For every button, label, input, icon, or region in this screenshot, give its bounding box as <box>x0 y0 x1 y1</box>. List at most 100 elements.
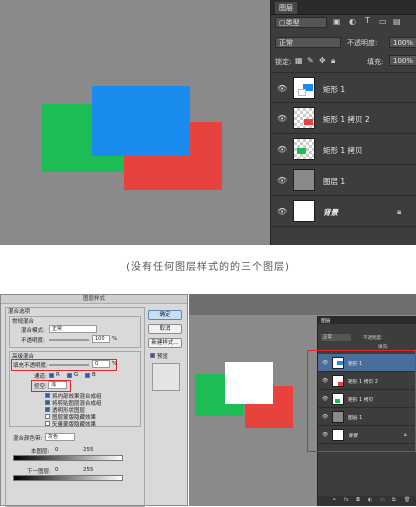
layer-name: 背景 <box>323 208 338 217</box>
option-checkbox[interactable] <box>45 393 50 398</box>
layers-panel-tabbar: 图层 <box>271 0 416 15</box>
lock-position-icon[interactable]: ✥ <box>319 56 326 65</box>
visibility-eye-icon[interactable]: 👁︎ <box>277 84 287 93</box>
layers-panel: 图层 ▢类型 ▣ ◐ T ▭ ▤ 正常 不透明度: 100% 锁定: ▦ ✎ ✥… <box>270 0 416 245</box>
adjustment-icon[interactable]: ◐ <box>368 497 372 503</box>
channel-r-checkbox[interactable] <box>49 373 54 378</box>
top-screenshot: 图层 ▢类型 ▣ ◐ T ▭ ▤ 正常 不透明度: 100% 锁定: ▦ ✎ ✥… <box>0 0 416 245</box>
this-layer-max: 255 <box>83 447 94 453</box>
blend-mode-select[interactable]: 正常 <box>275 37 341 48</box>
trash-icon[interactable]: 🗑︎ <box>404 497 410 503</box>
visibility-eye-icon[interactable]: 👁︎ <box>277 207 287 216</box>
ok-button[interactable]: 确定 <box>148 310 182 320</box>
type-filter-icon[interactable]: T <box>365 16 370 25</box>
visibility-eye-icon[interactable]: 👁︎ <box>277 145 287 154</box>
caption: (没有任何图层样式的的三个图层) <box>126 262 290 273</box>
lock-label: 锁定: <box>275 58 292 66</box>
visibility-eye-icon[interactable]: 👁︎ <box>277 176 287 185</box>
layer-name: 矩形 1 拷贝 2 <box>323 115 370 124</box>
under-layer-gradient[interactable] <box>13 475 123 481</box>
dialog-title: 图层样式 <box>1 295 187 304</box>
layer-thumbnail <box>293 77 315 99</box>
this-layer-gradient[interactable] <box>13 455 123 461</box>
opacity-input[interactable]: 100% <box>389 37 416 48</box>
layer-thumbnail <box>293 169 315 191</box>
blend-options-heading: 混合选项 <box>8 309 31 315</box>
fill-label: 填充: <box>367 58 384 66</box>
channels-label: 通道: <box>34 374 47 380</box>
channel-g-checkbox[interactable] <box>67 373 72 378</box>
style-preview-swatch <box>152 363 180 391</box>
under-layer-label: 下一图层: <box>27 469 51 475</box>
layer-style-dialog: 图层样式 混合选项 常规混合 混合模式: 正常 不透明度: 100 % 高级混合… <box>0 294 188 507</box>
under-layer-min: 0 <box>55 467 59 473</box>
layer-row[interactable]: 👁︎ 矩形 1 <box>271 72 416 103</box>
normal-blend-heading: 常规混合 <box>12 319 35 325</box>
opacity-slider[interactable] <box>49 339 89 341</box>
layer-row[interactable]: 👁︎ 背景 🔒︎ <box>271 196 416 227</box>
knockout-select[interactable]: 浅 <box>48 381 67 389</box>
lock-transparent-icon[interactable]: ▦ <box>295 56 303 65</box>
blend-mode-select[interactable]: 正常 <box>49 325 97 333</box>
channel-b-checkbox[interactable] <box>85 373 90 378</box>
canvas-knockout-white <box>225 362 273 404</box>
channel-b-label: B <box>92 372 96 378</box>
smart-object-filter-icon[interactable]: ▤ <box>393 17 401 26</box>
layer-row[interactable]: 👁︎ 矩形 1 拷贝 2 <box>271 103 416 134</box>
new-layer-icon[interactable]: ⧉ <box>392 497 396 503</box>
mini-tab-layers[interactable]: 图层 <box>321 317 331 324</box>
tab-layers[interactable]: 图层 <box>275 2 297 14</box>
new-style-button[interactable]: 新建样式... <box>148 338 182 348</box>
visibility-eye-icon[interactable]: 👁︎ <box>277 114 287 123</box>
lock-icon: 🔒︎ <box>397 207 402 216</box>
layer-thumbnail <box>293 138 315 160</box>
this-layer-min: 0 <box>55 447 59 453</box>
option-label: 矢量蒙版隐藏效果 <box>52 422 97 428</box>
layer-name: 矩形 1 拷贝 <box>323 146 363 155</box>
option-checkbox[interactable] <box>45 421 50 426</box>
top-strip <box>189 294 416 315</box>
mini-opacity-label: 不透明度: <box>363 336 383 341</box>
channel-g-label: G <box>74 372 79 378</box>
cancel-button[interactable]: 取消 <box>148 324 182 334</box>
knockout-label: 挖空: <box>34 384 47 390</box>
option-checkbox[interactable] <box>45 407 50 412</box>
layer-row[interactable]: 👁︎ 图层 1 <box>271 165 416 196</box>
this-layer-label: 本图层: <box>31 449 50 455</box>
fill-opacity-percent: % <box>112 361 118 367</box>
blend-if-select[interactable]: 灰色 <box>45 433 75 441</box>
fill-opacity-slider[interactable] <box>49 364 89 366</box>
under-layer-max: 255 <box>83 467 94 473</box>
blue-rectangle <box>92 86 190 156</box>
link-layers-icon[interactable]: ⚭ <box>332 497 336 503</box>
preview-checkbox[interactable] <box>150 353 155 358</box>
layer-name: 矩形 1 <box>323 85 346 94</box>
layer-thumbnail <box>293 200 315 222</box>
pixel-filter-icon[interactable]: ▣ <box>333 17 341 26</box>
adjustment-filter-icon[interactable]: ◐ <box>349 17 356 26</box>
mini-tabbar <box>318 316 416 324</box>
document-canvas[interactable] <box>0 0 270 245</box>
option-checkbox[interactable] <box>45 414 50 419</box>
fx-icon[interactable]: fx <box>344 497 349 503</box>
opacity-label: 不透明度: <box>347 39 378 47</box>
fill-opacity-input[interactable]: 0 <box>92 360 110 368</box>
fill-opacity-label: 填充不透明度: <box>13 363 48 369</box>
mask-icon[interactable]: ◘ <box>356 497 360 503</box>
shape-filter-icon[interactable]: ▭ <box>379 17 387 26</box>
lock-all-icon[interactable]: 🔒︎ <box>331 56 335 66</box>
opacity-percent: % <box>112 336 118 342</box>
lock-image-icon[interactable]: ✎ <box>307 56 314 65</box>
opacity-input[interactable]: 100 <box>92 335 110 343</box>
layer-name: 图层 1 <box>323 177 346 186</box>
option-checkbox[interactable] <box>45 400 50 405</box>
layer-row[interactable]: 👁︎ 矩形 1 拷贝 <box>271 134 416 165</box>
group-folder-icon[interactable]: ▭ <box>380 497 385 503</box>
blend-mode-label: 混合模式: <box>21 328 45 334</box>
preview-label: 预览 <box>157 354 169 360</box>
opacity-label: 不透明度: <box>21 338 45 344</box>
layers-highlight-box <box>307 350 416 452</box>
fill-input[interactable]: 100% <box>389 55 416 66</box>
layer-kind-filter[interactable]: ▢类型 <box>275 17 327 28</box>
mini-blend-select[interactable]: 正常 <box>321 334 351 341</box>
